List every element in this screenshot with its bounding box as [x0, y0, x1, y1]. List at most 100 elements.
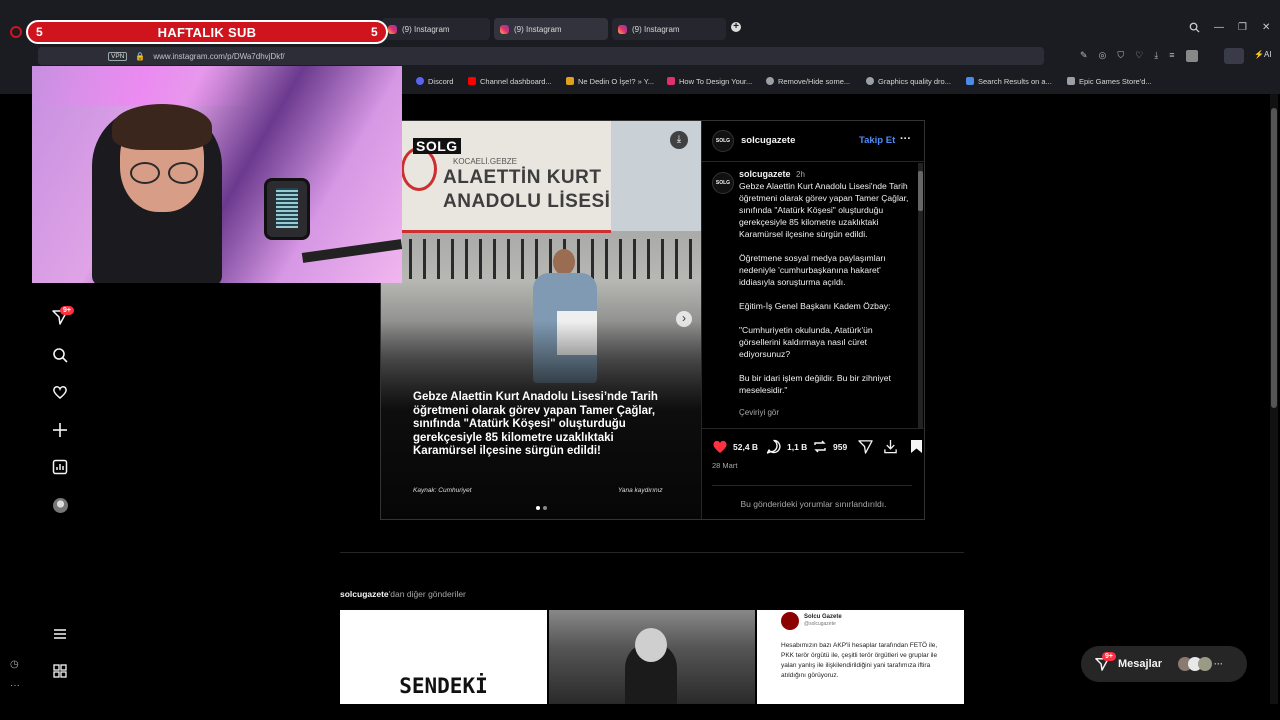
instagram-icon — [618, 24, 627, 34]
opera-logo-icon[interactable] — [10, 26, 22, 38]
see-translation-link[interactable]: Çeviriyi gör — [739, 408, 909, 417]
bookmark-discord[interactable]: Discord — [416, 73, 453, 89]
browser-tab-3[interactable]: (9) Instagram — [612, 18, 726, 40]
bookmark-icon — [966, 77, 974, 85]
nav-notifications[interactable] — [50, 382, 70, 402]
camera-icon[interactable]: ◎ — [1099, 50, 1107, 62]
more-post-thumb-1[interactable]: SENDEKİ — [340, 610, 547, 704]
nav-profile[interactable] — [50, 495, 70, 515]
instagram-icon — [388, 24, 397, 34]
sidebar-more-icon[interactable]: ··· — [10, 680, 20, 691]
messages-pill[interactable]: 9+ Mesajlar ··· — [1081, 646, 1247, 682]
close-icon[interactable]: ✕ — [1262, 22, 1270, 33]
grid-icon — [53, 664, 67, 678]
download-icon[interactable]: ⤓ — [1154, 50, 1158, 62]
comments-limited-notice: Bu gönderideki yorumlar sınırlandırıldı. — [740, 499, 887, 509]
led-strip — [32, 66, 402, 106]
download-icon[interactable]: ⤓ — [670, 131, 688, 149]
bookmark-graphics-quality[interactable]: Graphics quality dro... — [866, 73, 951, 89]
like-action[interactable]: 52,4 B — [712, 439, 758, 454]
ai-button[interactable]: ⚡AI — [1254, 50, 1272, 59]
repost-action[interactable]: 959 — [812, 439, 847, 454]
bookmark-label: Remove/Hide some... — [778, 76, 851, 86]
bookmark-button[interactable] — [910, 439, 923, 459]
author-avatar[interactable]: SOLG — [712, 130, 734, 152]
caption-scroll-thumb[interactable] — [918, 171, 923, 211]
header-divider — [702, 161, 925, 162]
actions-divider — [702, 428, 925, 429]
search-tabs-icon[interactable] — [1189, 22, 1200, 36]
caption-avatar[interactable]: SOLG — [712, 172, 734, 194]
profile-avatar[interactable] — [1185, 50, 1198, 62]
nav-apps[interactable] — [50, 661, 70, 681]
minimize-icon[interactable]: — — [1214, 22, 1224, 33]
discord-icon — [416, 77, 424, 85]
bookmark-ne-dedin[interactable]: Ne Dedin O İşe!? » Y... — [566, 73, 654, 89]
glasses-right — [168, 162, 198, 184]
comment-action[interactable]: 1,1 B — [766, 439, 807, 454]
profile-avatar — [52, 497, 68, 513]
vpn-badge[interactable]: VPN — [108, 51, 128, 61]
caption-scrollbar[interactable] — [918, 163, 923, 428]
nav-create[interactable] — [50, 420, 70, 440]
maximize-icon[interactable]: ❐ — [1238, 22, 1247, 33]
nav-messages[interactable]: 9+ — [50, 306, 74, 327]
bookmark-channel-dashboard[interactable]: Channel dashboard... — [468, 73, 552, 89]
address-bar[interactable]: VPN 🔒 www.instagram.com/p/DWa7dhvjDkf/ — [38, 47, 1044, 65]
sign-line-2: ANADOLU LİSESİ — [443, 191, 611, 212]
edit-icon[interactable]: ✎ — [1080, 50, 1088, 62]
post-headline: Gebze Alaettin Kurt Anadolu Lisesi’nde T… — [413, 391, 658, 458]
fence — [381, 239, 701, 279]
caption-paragraph: Gebze Alaettin Kurt Anadolu Lisesi'nde T… — [739, 181, 909, 239]
nav-dashboard[interactable] — [50, 457, 70, 477]
comment-count: 1,1 B — [787, 441, 808, 452]
post-options-icon[interactable]: ··· — [900, 133, 911, 145]
slide-hint: Yana kaydırınız — [618, 487, 663, 494]
heart-filled-icon — [713, 440, 727, 453]
bookmark-label: Epic Games Store'd... — [1079, 76, 1152, 86]
bookmark-label: Graphics quality dro... — [878, 76, 951, 86]
nav-more[interactable] — [50, 624, 70, 644]
bookmark-filled-icon — [911, 440, 922, 453]
next-slide-button[interactable]: › — [676, 311, 692, 327]
repost-icon — [814, 440, 826, 453]
bookmark-remove-hide[interactable]: Remove/Hide some... — [766, 73, 850, 89]
webcam-overlay — [32, 66, 402, 283]
paper-plane-icon — [858, 440, 873, 454]
follow-button[interactable]: Takip Et — [859, 135, 895, 146]
url-text[interactable]: www.instagram.com/p/DWa7dhvjDkf/ — [153, 52, 284, 61]
new-tab-button[interactable]: + — [731, 22, 741, 32]
author-username[interactable]: solcugazete — [741, 135, 795, 146]
heart-icon[interactable]: ♡ — [1135, 50, 1143, 62]
bookmark-how-to-design[interactable]: How To Design Your... — [667, 73, 752, 89]
thumb-3-text: Hesabımızın bazı AKP'li hesaplar tarafın… — [781, 642, 938, 679]
section-divider — [340, 552, 964, 553]
scrollbar-thumb[interactable] — [1271, 108, 1277, 408]
page-scrollbar[interactable] — [1270, 94, 1278, 704]
download-icon — [884, 439, 897, 454]
bookmark-epic-games[interactable]: Epic Games Store'd... — [1067, 73, 1152, 89]
watermark-logo: SOLG — [413, 138, 461, 154]
share-button[interactable] — [858, 439, 873, 459]
save-download-button[interactable] — [883, 439, 898, 459]
more-post-thumb-3[interactable]: Solcu Gazete @solcugazete Hesabımızın ba… — [757, 610, 964, 704]
browser-tab-2[interactable]: (9) Instagram — [494, 18, 608, 40]
caption-block: solcugazete 2h Gebze Alaettin Kurt Anado… — [739, 169, 909, 427]
sign-line-1: ALAETTİN KURT — [443, 167, 602, 188]
thumb-2-face — [635, 628, 667, 662]
caption-username[interactable]: solcugazete — [739, 169, 791, 179]
nav-search[interactable] — [50, 345, 70, 365]
menu-icon[interactable]: ≡ — [1169, 50, 1174, 62]
extensions-button[interactable] — [1224, 48, 1244, 64]
thumb-1-text: SENDEKİ — [399, 674, 488, 698]
bookmark-label: Search Results on a... — [978, 76, 1052, 86]
more-post-thumb-2[interactable] — [549, 610, 755, 704]
shield-icon[interactable]: ⛉ — [1117, 50, 1124, 62]
history-icon[interactable]: ◷ — [10, 659, 19, 670]
post-image[interactable]: KOCAELİ.GEBZE ALAETTİN KURT ANADOLU LİSE… — [381, 121, 701, 519]
message-avatar-3 — [1198, 657, 1213, 671]
more-posts-username[interactable]: solcugazete — [340, 589, 389, 599]
plus-icon — [53, 423, 67, 437]
bookmark-search-results[interactable]: Search Results on a... — [966, 73, 1052, 89]
browser-tab-1[interactable]: (9) Instagram — [382, 18, 490, 40]
